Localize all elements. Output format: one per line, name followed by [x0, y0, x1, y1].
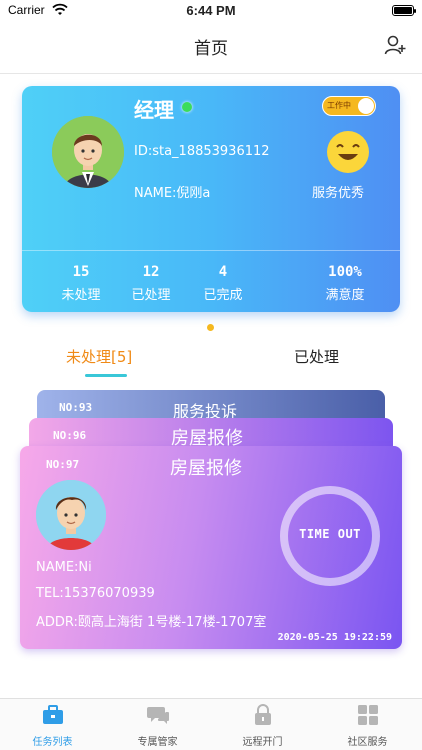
- resident-name: NAME:Ni: [36, 560, 92, 575]
- resident-phone[interactable]: TEL:15376070939: [36, 586, 155, 601]
- stat-label: 满意度: [325, 288, 365, 303]
- toggle-knob: [358, 98, 374, 114]
- stat-label: 已处理: [131, 288, 171, 303]
- stat-completed[interactable]: 4 已完成: [188, 264, 258, 303]
- manager-avatar-icon: [52, 116, 124, 188]
- profile-card[interactable]: 经理 ID:sta_18853936112 NAME:倪刚a 工作中 服务优秀 …: [22, 86, 400, 312]
- tabbar-label: 社区服务: [347, 737, 388, 748]
- add-user-icon[interactable]: [384, 34, 406, 56]
- avatar: [36, 480, 106, 550]
- task-number: NO:93: [59, 401, 93, 414]
- timeout-badge: TIME OUT: [280, 486, 380, 586]
- resident-avatar-icon: [36, 480, 106, 550]
- tabbar-label: 专属管家: [137, 737, 178, 748]
- tabbar-label: 远程开门: [242, 737, 283, 748]
- tabbar-item-remote-door[interactable]: 远程开门: [210, 703, 315, 748]
- staff-name: NAME:倪刚a: [134, 186, 211, 201]
- clock: 6:44 PM: [186, 3, 236, 18]
- tabbar-item-butler[interactable]: 专属管家: [105, 703, 210, 748]
- briefcase-icon: [42, 705, 63, 724]
- active-tab-underline: [85, 374, 127, 377]
- avatar: [52, 116, 124, 188]
- bottom-tab-bar: 任务列表 专属管家 远程开门 社区服务: [0, 698, 422, 750]
- stat-pending[interactable]: 15 未处理: [46, 264, 116, 303]
- status-bar: Carrier 6:44 PM: [0, 0, 422, 22]
- stat-value: 15: [72, 264, 90, 280]
- tabbar-item-task-list[interactable]: 任务列表: [0, 703, 105, 748]
- page-title: 首页: [194, 39, 228, 59]
- tab-processed[interactable]: 已处理: [294, 346, 339, 367]
- task-timestamp: 2020-05-25 19:22:59: [277, 632, 392, 643]
- task-card-active[interactable]: NO:97 房屋报修 NAME:Ni TEL:15376070939 ADDR:…: [20, 446, 402, 649]
- task-number: NO:96: [53, 429, 87, 442]
- stat-satisfaction[interactable]: 100% 满意度: [310, 264, 380, 303]
- tabbar-item-community[interactable]: 社区服务: [315, 703, 420, 748]
- online-status-dot: [182, 102, 192, 112]
- task-title: 房屋报修: [170, 458, 242, 479]
- toggle-label: 工作中: [327, 101, 351, 110]
- timeout-label: TIME OUT: [299, 527, 361, 541]
- staff-id: ID:sta_18853936112: [134, 144, 270, 159]
- stat-value: 4: [218, 264, 228, 280]
- stat-value: 12: [142, 264, 160, 280]
- page-indicator-dot: [207, 324, 214, 331]
- stat-label: 已完成: [203, 288, 243, 303]
- card-divider: [22, 250, 400, 251]
- tabbar-label: 任务列表: [32, 737, 73, 748]
- chat-icon: [146, 707, 169, 724]
- battery-icon: [392, 5, 416, 16]
- stat-processed[interactable]: 12 已处理: [116, 264, 186, 303]
- stat-label: 未处理: [61, 288, 101, 303]
- grid-icon: [357, 705, 378, 725]
- tab-pending[interactable]: 未处理[5]: [66, 346, 132, 367]
- navigation-bar: 首页: [0, 22, 422, 74]
- lock-icon: [254, 704, 271, 725]
- smiley-icon: [327, 131, 369, 173]
- stat-value: 100%: [328, 264, 362, 280]
- service-rating-label: 服务优秀: [312, 186, 365, 201]
- role-title: 经理: [134, 98, 174, 122]
- task-number: NO:97: [46, 458, 80, 471]
- resident-address: ADDR:颐高上海街 1号楼-17楼-1707室: [36, 615, 267, 630]
- work-status-toggle[interactable]: 工作中: [322, 96, 376, 116]
